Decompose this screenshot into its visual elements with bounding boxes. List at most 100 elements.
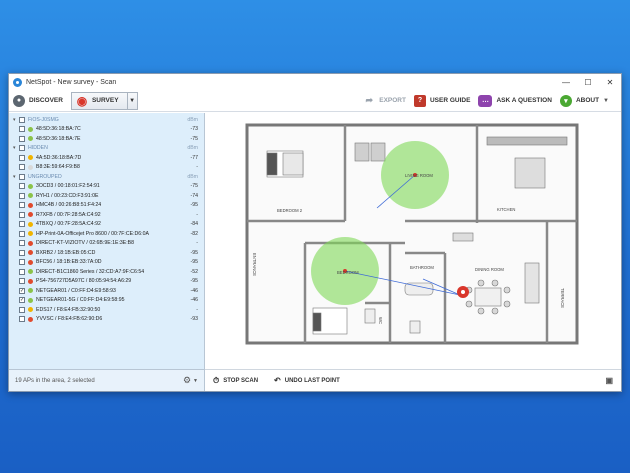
ap-list-item[interactable]: ✓ NETGEAR01-5G / C0:FF:D4:E9:58:95 -46 [9, 296, 204, 306]
stopwatch-icon: ⏱ [213, 375, 220, 385]
ap-dbm-value: - [196, 164, 198, 171]
ap-list-item[interactable]: B8:3E:59:64:F9:B8 - [9, 163, 204, 173]
ap-name: 48:5D:36:18:BA:7E [36, 135, 81, 142]
ap-list-item[interactable]: ✓ NETGEAR01 / C0:FF:D4:E9:58:93 -46 [9, 286, 204, 296]
ap-name: HP-Print-0A-Officejet Pro 8600 / 00:7F:C… [36, 230, 149, 237]
group-checkbox[interactable] [19, 116, 25, 123]
stop-scan-button[interactable]: ⏱ STOP SCAN [213, 376, 258, 386]
ap-list-item[interactable]: EDS17 / F8:E4:FB:32:90:50 - [9, 305, 204, 315]
ap-checkbox[interactable] [19, 192, 25, 199]
ap-checkbox[interactable] [19, 135, 25, 142]
dbm-header: dBm [187, 145, 198, 152]
signal-status-dot-icon [28, 278, 33, 284]
ap-list-item[interactable]: 4A:5D:36:18:BA:7D -77 [9, 153, 204, 163]
ap-checkbox[interactable] [19, 154, 25, 161]
map-pin-icon: ◉ [76, 93, 88, 108]
ask-question-label: ASK A QUESTION [496, 97, 552, 104]
ap-checkbox[interactable] [19, 268, 25, 275]
survey-button[interactable]: ◉ SURVEY [72, 92, 127, 110]
ap-list: ▾ FiOS-J0SMG dBm 48:5D:36:18:BA:7C -73 48:5D:… [9, 113, 204, 324]
export-button[interactable]: ➦ EXPORT [363, 92, 406, 110]
ap-name: 3OCD3 / 00:18:01:F2:54:91 [36, 183, 100, 190]
ap-list-item[interactable]: HP-Print-0A-Officejet Pro 8600 / 00:7F:C… [9, 229, 204, 239]
ap-checkbox[interactable] [19, 259, 25, 266]
room-label-terrace: TERRACE [560, 288, 565, 308]
ap-list-item[interactable]: 48:5D:36:18:BA:7E -75 [9, 134, 204, 144]
ap-list-item[interactable]: HMC4B / 00:26:B8:51:F4:24 -95 [9, 201, 204, 211]
ap-dbm-value: -46 [190, 297, 199, 304]
ap-dbm-value: -46 [190, 287, 199, 294]
ap-list-item[interactable]: PS4-756727D5A97C / 80:05:94:54:A6:29 -95 [9, 277, 204, 287]
dbm-header: dBm [187, 173, 198, 180]
signal-status-dot-icon [28, 212, 33, 218]
ap-checkbox[interactable] [19, 230, 25, 237]
ap-list-item[interactable]: YVVSC / F8:E4:FB:62:90:D6 -93 [9, 315, 204, 325]
maximize-button[interactable]: ☐ [577, 78, 599, 87]
ap-name: 4A:5D:36:18:BA:7D [36, 154, 82, 161]
dbm-header: dBm [187, 116, 198, 123]
floor-plan[interactable]: BEDROOM 2 LIVING ROOM KITCHEN ENTRANCE B… [205, 113, 621, 369]
floor-plan-map[interactable]: BEDROOM 2 LIVING ROOM KITCHEN ENTRANCE B… [205, 113, 621, 369]
about-button[interactable]: ▾ ABOUT ▼ [559, 92, 609, 110]
ap-list-item[interactable]: RYH1 / 00:23:CD:F3:91:0E -74 [9, 191, 204, 201]
app-window: NetSpot - New survey - Scan — ☐ ✕ ● DISC… [8, 73, 622, 392]
survey-dropdown-button[interactable]: ▼ [126, 91, 137, 110]
gear-icon[interactable]: ⚙ [183, 375, 191, 386]
ap-group-header[interactable]: ▾ FiOS-J0SMG dBm [9, 115, 204, 125]
ap-checkbox[interactable] [19, 126, 25, 133]
group-checkbox[interactable] [19, 173, 25, 180]
export-label: EXPORT [379, 97, 406, 104]
toolbar-right: ➦ EXPORT ? USER GUIDE … ASK A QUESTION ▾… [363, 92, 617, 110]
signal-status-dot-icon [28, 136, 33, 142]
survey-button-group: ◉ SURVEY ▼ [70, 91, 138, 110]
survey-content: BEDROOM 2 LIVING ROOM KITCHEN ENTRANCE B… [205, 113, 621, 391]
signal-status-dot-icon [28, 164, 33, 170]
ap-list-item[interactable]: BXRB2 / 18:1B:EB:05:CD -95 [9, 248, 204, 258]
ap-list-item[interactable]: 48:5D:36:18:BA:7C -73 [9, 125, 204, 135]
ap-checkbox[interactable] [19, 240, 25, 247]
room-label-entrance: ENTRANCE [252, 253, 257, 276]
sidebar-footer: 19 APs in the area, 2 selected ⚙ ▼ [9, 369, 204, 391]
ap-checkbox[interactable] [19, 183, 25, 190]
ap-checkbox[interactable] [19, 316, 25, 323]
ap-list-item[interactable]: 3OCD3 / 00:18:01:F2:54:91 -75 [9, 182, 204, 192]
signal-status-dot-icon [28, 231, 33, 237]
discover-button[interactable]: ● DISCOVER [13, 92, 63, 110]
ap-dbm-value: -93 [190, 316, 199, 323]
user-guide-button[interactable]: ? USER GUIDE [413, 92, 470, 110]
close-button[interactable]: ✕ [599, 78, 621, 87]
room-label-kitchen: KITCHEN [497, 207, 515, 212]
ap-checkbox[interactable] [19, 202, 25, 209]
ap-list-item[interactable]: 4TBXQ / 00:7F:28:5A:C4:92 -84 [9, 220, 204, 230]
ap-dbm-value: -52 [190, 268, 199, 275]
ap-checkbox[interactable]: ✓ [19, 297, 25, 304]
ap-dbm-value: -95 [190, 259, 199, 266]
room-label-living-room: LIVING ROOM [405, 173, 433, 178]
ap-checkbox[interactable]: ✓ [19, 287, 25, 294]
signal-status-dot-icon [28, 297, 33, 303]
room-label-bedroom: BEDROOM [337, 270, 359, 275]
ap-list-item[interactable]: DIRECT-B1C1860 Series / 32:CD:A7:9F:C6:5… [9, 267, 204, 277]
undo-button[interactable]: ↶ UNDO LAST POINT [274, 376, 340, 385]
ap-checkbox[interactable] [19, 221, 25, 228]
ap-checkbox[interactable] [19, 164, 25, 171]
ap-list-item[interactable]: BFC56 / 18:1B:EB:33:7A:0D -95 [9, 258, 204, 268]
signal-status-dot-icon [28, 240, 33, 246]
ap-checkbox[interactable] [19, 278, 25, 285]
ap-dbm-value: -95 [190, 202, 199, 209]
minimize-button[interactable]: — [555, 78, 577, 87]
ap-group-header[interactable]: ▾ HIDDEN dBm [9, 144, 204, 154]
ap-list-item[interactable]: R7XFB / 00:7F:28:5A:C4:92 - [9, 210, 204, 220]
ap-checkbox[interactable] [19, 211, 25, 218]
ap-name: NETGEAR01 / C0:FF:D4:E9:58:93 [36, 287, 116, 294]
ap-checkbox[interactable] [19, 249, 25, 256]
ap-list-item[interactable]: DIRECT-KT-VIZIOTV / 02:6B:9E:1E:3E:B8 - [9, 239, 204, 249]
ask-question-button[interactable]: … ASK A QUESTION [478, 92, 552, 110]
camera-icon[interactable]: ▣ [605, 376, 613, 385]
chevron-down-icon[interactable]: ▼ [193, 378, 198, 384]
ap-group-header[interactable]: ▾ UNGROUPED dBm [9, 172, 204, 182]
group-checkbox[interactable] [19, 145, 25, 152]
ap-checkbox[interactable] [19, 306, 25, 313]
ap-name: 4TBXQ / 00:7F:28:5A:C4:92 [36, 221, 101, 228]
chat-bubble-icon: … [478, 94, 493, 107]
